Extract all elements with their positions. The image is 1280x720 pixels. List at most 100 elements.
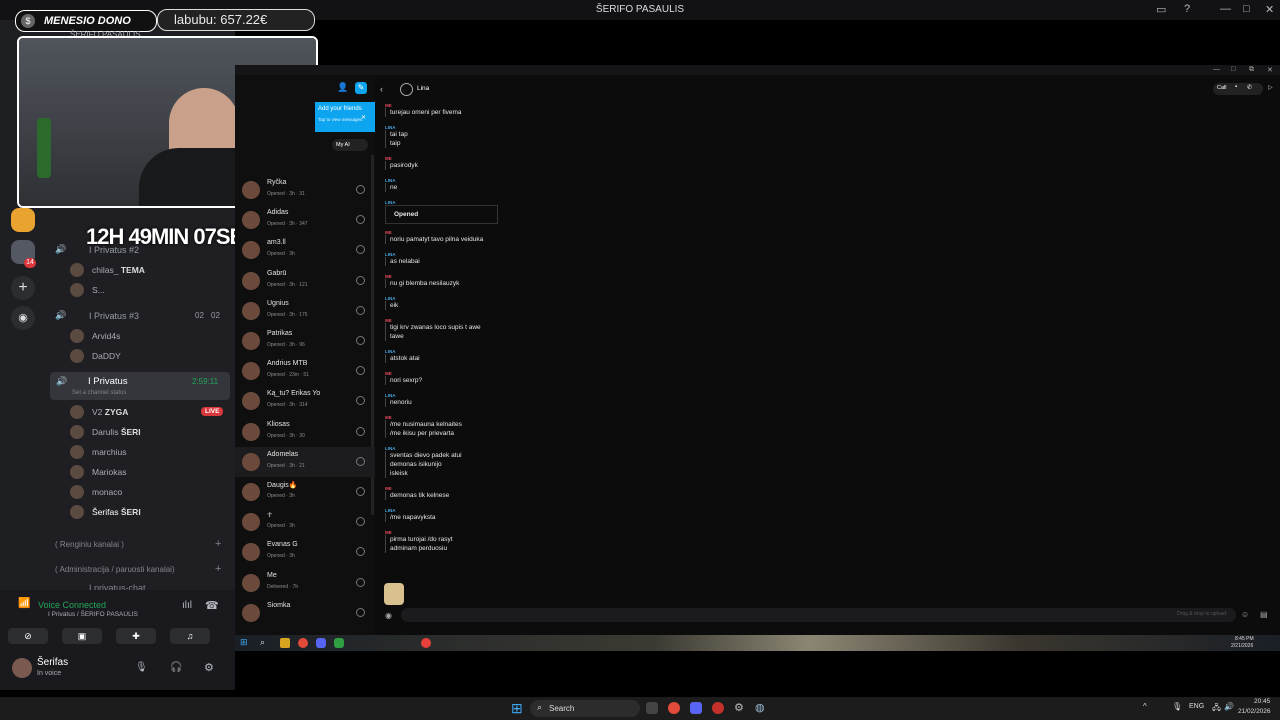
opened-snap[interactable]: Opened bbox=[385, 205, 498, 224]
browser-close[interactable]: ✕ bbox=[1267, 66, 1273, 74]
browser-maximize[interactable]: ⧉ bbox=[1249, 66, 1254, 74]
camera-icon[interactable] bbox=[356, 517, 365, 527]
voice-channel-privatus-3[interactable]: 🔊 I Privatus #3 02 02 bbox=[45, 306, 235, 326]
call-controls[interactable]: Call ▪ ✆ bbox=[1213, 83, 1263, 95]
camera-icon[interactable] bbox=[356, 607, 365, 617]
network-icon[interactable]: 🖧 bbox=[1212, 702, 1221, 716]
camera-icon[interactable] bbox=[356, 577, 365, 587]
user-avatar[interactable] bbox=[12, 658, 32, 678]
sticker-icon[interactable]: ▤ bbox=[1260, 610, 1268, 619]
emoji-icon[interactable]: ☺ bbox=[1241, 610, 1249, 619]
obs-icon[interactable] bbox=[712, 702, 724, 714]
camera-icon[interactable] bbox=[356, 336, 365, 345]
close-banner-icon[interactable]: ✕ bbox=[361, 114, 366, 121]
camera-icon[interactable] bbox=[356, 487, 365, 496]
chat-item[interactable]: Gabrū Opened · 3h · 121 bbox=[235, 266, 375, 296]
taskbar-time[interactable]: 20:45 bbox=[1254, 698, 1270, 705]
username[interactable]: Šerifas bbox=[37, 657, 68, 668]
camera-icon[interactable] bbox=[356, 305, 365, 315]
disconnect-icon[interactable]: ☎ bbox=[205, 599, 219, 612]
taskbar-date[interactable]: 21/02/2026 bbox=[1238, 708, 1271, 715]
category-renginiu[interactable]: ( Renginiu kanalai ) bbox=[55, 540, 124, 549]
camera-icon[interactable]: ◉ bbox=[385, 611, 392, 620]
chrome-icon[interactable] bbox=[668, 702, 680, 714]
voice-channel-privatus[interactable]: 🔊 I Privatus 2:59:11 Set a channel statu… bbox=[50, 372, 230, 400]
back-icon[interactable]: ‹ bbox=[380, 84, 383, 94]
microphone-icon[interactable]: 🎙 bbox=[1172, 702, 1182, 711]
noise-suppression-icon[interactable]: ılıl bbox=[182, 600, 192, 611]
inner-date[interactable]: 2/21/2026 bbox=[1231, 643, 1253, 649]
inner-clock[interactable]: 8:45 PM bbox=[1235, 636, 1254, 642]
inbox-icon[interactable]: ▭ bbox=[1156, 3, 1166, 16]
microphone-icon[interactable]: 🎙 bbox=[135, 662, 148, 673]
chat-item[interactable]: Siomka bbox=[235, 598, 375, 628]
chat-item[interactable]: Evanas G Opened · 3h bbox=[235, 537, 375, 567]
chat-item[interactable]: ☥ Opened · 3h bbox=[235, 507, 375, 537]
discord-icon[interactable] bbox=[316, 638, 326, 648]
soundboard-button[interactable]: ♫ bbox=[170, 628, 210, 644]
tray-chevron-icon[interactable]: ^ bbox=[1143, 702, 1147, 711]
chrome-icon[interactable] bbox=[298, 638, 308, 648]
volume-icon[interactable]: 🔊 bbox=[1224, 702, 1234, 711]
chat-item[interactable]: Daugis🔥 Opened · 3h bbox=[235, 477, 375, 507]
new-chat-icon[interactable]: ✎ bbox=[355, 82, 367, 94]
chat-item[interactable]: Ryčka Opened · 3h · 31 bbox=[235, 175, 375, 205]
camera-icon[interactable] bbox=[356, 396, 365, 406]
settings-icon[interactable]: ⚙ bbox=[734, 701, 744, 714]
explorer-icon[interactable] bbox=[280, 638, 290, 648]
more-icon[interactable]: ▷ bbox=[1268, 84, 1273, 91]
close-button[interactable]: ✕ bbox=[1265, 3, 1274, 16]
chat-item[interactable]: Ką_tu? Erikas Yo Opened · 3h · 314 bbox=[235, 386, 375, 416]
headphones-icon[interactable]: 🎧 bbox=[170, 662, 182, 673]
chat-item[interactable]: Andrius MTB Opened · 23m · 51 bbox=[235, 356, 375, 386]
add-channel-icon[interactable]: + bbox=[215, 538, 221, 550]
add-friend-icon[interactable]: 👤 bbox=[337, 82, 348, 93]
chat-item[interactable]: Patrikas Opened · 3h · 96 bbox=[235, 326, 375, 356]
camera-icon[interactable] bbox=[356, 426, 365, 436]
browser-restore[interactable]: □ bbox=[1231, 66, 1235, 73]
chat-item[interactable]: am3.ll Opened · 3h bbox=[235, 235, 375, 265]
start-button[interactable]: ⊞ bbox=[511, 700, 523, 717]
phone-icon[interactable]: ✆ bbox=[1247, 84, 1252, 91]
camera-off-button[interactable]: ⊘ bbox=[8, 628, 48, 644]
minimize-button[interactable]: — bbox=[1220, 3, 1231, 15]
camera-icon[interactable] bbox=[356, 185, 365, 194]
server-icon[interactable] bbox=[11, 208, 35, 232]
language-indicator[interactable]: ENG bbox=[1189, 703, 1204, 710]
search-icon[interactable]: ⌕ bbox=[260, 637, 265, 648]
browser-minimize[interactable]: — bbox=[1213, 66, 1220, 73]
discover-icon[interactable]: ◉ bbox=[11, 306, 35, 330]
taskbar-search[interactable]: ⌕ Search bbox=[530, 700, 640, 717]
settings-gear-icon[interactable]: ⚙ bbox=[204, 661, 214, 674]
camera-icon[interactable] bbox=[356, 547, 365, 557]
camera-icon[interactable] bbox=[356, 245, 365, 255]
snipping-tool-icon[interactable] bbox=[646, 702, 658, 714]
chat-item[interactable]: Ugnius Opened · 3h · 175 bbox=[235, 296, 375, 326]
activities-button[interactable]: ✚ bbox=[116, 628, 156, 644]
chat-item[interactable]: Adomelas Opened · 3h · 21 bbox=[235, 446, 375, 477]
chat-item[interactable]: Adidas Opened · 3h · 347 bbox=[235, 205, 375, 235]
discord-icon[interactable] bbox=[690, 702, 702, 714]
screen-share-button[interactable]: ▣ bbox=[62, 628, 102, 644]
chat-item[interactable]: Kliosas Opened · 3h · 30 bbox=[235, 417, 375, 447]
voice-location[interactable]: I Privatus / ŠERIFO PASAULIS bbox=[48, 611, 138, 618]
camera-icon[interactable] bbox=[356, 456, 365, 466]
maximize-button[interactable]: □ bbox=[1243, 3, 1250, 15]
add-channel-icon[interactable]: + bbox=[215, 563, 221, 575]
add-friends-banner[interactable]: Add your friends Tap to view messages ✕ bbox=[315, 102, 375, 132]
channel-status[interactable]: Set a channel status bbox=[72, 390, 126, 396]
message-input[interactable]: Drag & drop to upload bbox=[401, 608, 1236, 622]
my-ai-button[interactable]: My AI bbox=[332, 139, 368, 151]
app-icon[interactable] bbox=[334, 638, 344, 648]
add-server-icon[interactable]: + bbox=[11, 276, 35, 300]
obs-icon[interactable] bbox=[421, 638, 431, 648]
camera-icon[interactable] bbox=[356, 215, 365, 225]
steam-icon[interactable]: ◍ bbox=[755, 701, 765, 714]
contact-name[interactable]: Lina bbox=[417, 85, 429, 92]
camera-icon[interactable] bbox=[356, 366, 365, 376]
camera-icon[interactable] bbox=[356, 275, 365, 285]
video-call-icon[interactable]: ▪ bbox=[1235, 84, 1237, 90]
help-icon[interactable]: ? bbox=[1184, 3, 1190, 15]
contact-avatar[interactable] bbox=[400, 83, 413, 96]
chat-item[interactable]: Me Delivered · 7h bbox=[235, 568, 375, 598]
